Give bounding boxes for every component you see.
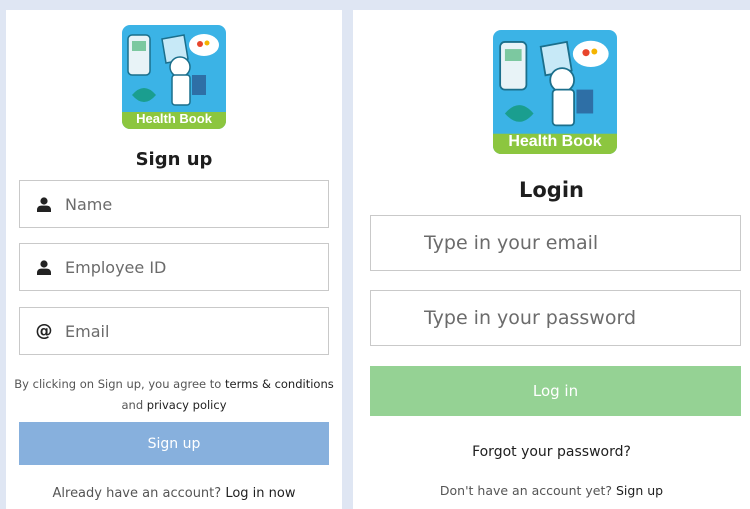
health-book-logo: Health Book xyxy=(493,30,617,154)
email-input[interactable] xyxy=(65,321,328,341)
at-icon: @ xyxy=(35,321,53,341)
terms-prefix: By clicking on Sign up, you agree to xyxy=(14,377,222,391)
signup-footer-prefix: Already have an account? xyxy=(52,486,222,501)
name-input[interactable] xyxy=(65,194,328,214)
logo-label: Health Book xyxy=(508,133,602,150)
login-email-input[interactable] xyxy=(371,232,740,254)
login-email-field[interactable] xyxy=(370,215,741,271)
login-now-link[interactable]: Log in now xyxy=(225,486,295,501)
terms-link[interactable]: terms & conditions xyxy=(225,377,334,391)
login-title: Login xyxy=(519,178,584,202)
signup-button[interactable]: Sign up xyxy=(19,422,329,465)
forgot-password-link[interactable]: Forgot your password? xyxy=(353,444,750,460)
login-button[interactable]: Log in xyxy=(370,366,741,416)
signup-footer: Already have an account? Log in now xyxy=(6,486,342,501)
and-text: and xyxy=(121,398,144,412)
user-icon xyxy=(37,259,51,275)
email-field[interactable]: @ xyxy=(19,307,329,355)
privacy-link[interactable]: privacy policy xyxy=(147,398,227,412)
terms-text: By clicking on Sign up, you agree to ter… xyxy=(6,374,342,416)
logo-label: Health Book xyxy=(136,111,212,126)
login-password-input[interactable] xyxy=(371,307,740,329)
signup-link[interactable]: Sign up xyxy=(616,483,663,498)
login-footer: Don't have an account yet? Sign up xyxy=(353,483,750,498)
name-field[interactable] xyxy=(19,180,329,228)
login-password-field[interactable] xyxy=(370,290,741,346)
signup-panel: Health Book Sign up @ By clicking on Sig… xyxy=(6,10,342,509)
employee-id-input[interactable] xyxy=(65,257,328,277)
health-book-logo: Health Book xyxy=(122,25,226,129)
user-icon xyxy=(37,196,51,212)
employee-id-field[interactable] xyxy=(19,243,329,291)
signup-title: Sign up xyxy=(135,149,213,170)
login-footer-prefix: Don't have an account yet? xyxy=(439,483,612,498)
login-panel: Health Book Login Log in Forgot your pas… xyxy=(353,10,750,509)
